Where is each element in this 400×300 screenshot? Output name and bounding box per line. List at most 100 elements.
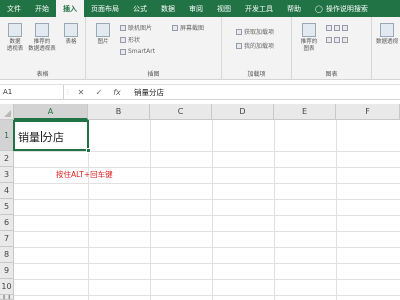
select-all-button[interactable] [0,104,14,120]
recommended-charts-button[interactable]: 推荐的 图表 [296,21,322,57]
group-charts: 推荐的 图表 图表 [292,17,372,80]
column-header-f[interactable]: F [336,104,400,120]
row-header-6[interactable]: 6 [0,215,14,231]
formula-input[interactable]: 销量分店 [126,87,164,98]
smartart-icon [120,48,126,55]
column-chart-button[interactable] [326,23,350,32]
grid-line [14,215,400,216]
screenshot-icon [172,24,178,31]
my-addins-button[interactable]: 我的加载项 [236,41,274,50]
tab-formulas[interactable]: 公式 [126,0,154,17]
my-addins-icon [236,42,242,49]
online-picture-icon [120,24,126,31]
hint-annotation: 按住ALT+回车键 [56,170,113,179]
name-box[interactable]: A1 [0,85,64,99]
formula-bar-grip: ⋮ [64,88,72,96]
illustrations-group-label: 插图 [147,71,160,78]
addins-group-label: 加载项 [247,71,266,78]
grid-line [14,279,400,280]
insert-function-icon[interactable]: fx [108,88,126,97]
smartart-button[interactable]: SmartArt [120,47,155,56]
row-header-8[interactable]: 8 [0,247,14,263]
row-header-5[interactable]: 5 [0,199,14,215]
screenshot-label: 屏幕截图 [180,25,205,32]
tab-data[interactable]: 数据 [154,0,182,17]
line-chart-icon [334,24,340,31]
picture-button[interactable]: 图片 [90,21,116,57]
column-chart-icon [326,24,332,31]
tab-file[interactable]: 文件 [0,0,28,17]
row-header-3[interactable]: 3 [0,167,14,183]
tell-me-label: 操作说明搜索 [325,4,368,13]
row-header-10[interactable]: 10 [0,279,14,295]
table-icon [64,23,78,37]
ribbon-insert: 数据 透视表 推荐的 数据透视表 表格 表格 图片 联机图片 形状 SmartA… [0,17,400,80]
get-addins-label: 获取加载项 [244,29,275,36]
grid-line [14,231,400,232]
grid-line [14,263,400,264]
enter-icon[interactable]: ✓ [90,88,108,97]
grid-line [212,120,213,300]
pivot-chart-button[interactable]: 数据透视 [374,21,400,57]
tab-insert[interactable]: 插入 [56,0,84,17]
grid-line [14,183,400,184]
ribbon-tab-bar: 文件 开始 插入 页面布局 公式 数据 审阅 视图 开发工具 帮助 ◯ 操作说明… [0,0,400,17]
row-header-2[interactable]: 2 [0,151,14,167]
table-label: 表格 [65,39,77,45]
grid-line [14,247,400,248]
formula-bar: A1 ⋮ ✕ ✓ fx 销量分店 [0,84,400,100]
recommended-pivot-label: 推荐的 数据透视表 [28,39,56,52]
row-header-9[interactable]: 9 [0,263,14,279]
shapes-icon [120,36,126,43]
row-header-11[interactable]: 11 [0,295,14,300]
tab-help[interactable]: 帮助 [280,0,308,17]
grid-line [14,199,400,200]
tab-page-layout[interactable]: 页面布局 [84,0,126,17]
bar-chart-button[interactable] [326,35,350,44]
pivot-chart-icon [380,23,394,37]
column-header-a[interactable]: A [14,104,88,120]
recommended-pivot-icon [35,23,49,37]
recommended-charts-icon [302,23,316,37]
row-header-4[interactable]: 4 [0,183,14,199]
get-addins-button[interactable]: 获取加载项 [236,27,274,36]
active-cell-a1[interactable]: 销量 分店 [13,120,89,151]
tell-me-search[interactable]: ◯ 操作说明搜索 [308,0,375,17]
recommended-charts-label: 推荐的 图表 [300,39,318,52]
group-tables: 数据 透视表 推荐的 数据透视表 表格 表格 [0,17,86,80]
recommended-pivot-button[interactable]: 推荐的 数据透视表 [28,21,56,57]
cell-text-after-cursor: 分店 [42,131,64,144]
worksheet-grid[interactable]: A B C D E F 1 2 3 4 5 6 7 8 9 10 11 销量 分店… [0,104,400,300]
tab-developer[interactable]: 开发工具 [238,0,280,17]
cancel-icon[interactable]: ✕ [72,88,90,97]
column-header-c[interactable]: C [150,104,212,120]
grid-line [150,120,151,300]
tables-group-label: 表格 [36,71,49,78]
tab-review[interactable]: 审阅 [182,0,210,17]
smartart-label: SmartArt [128,48,156,55]
screenshot-button[interactable]: 屏幕截图 [172,23,204,32]
group-illustrations: 图片 联机图片 形状 SmartArt 屏幕截图 插图 [86,17,222,80]
column-header-e[interactable]: E [274,104,336,120]
grid-line [14,295,400,296]
charts-group-label: 图表 [325,71,338,78]
shapes-label: 形状 [128,37,141,44]
fill-handle[interactable] [86,148,91,153]
picture-icon [96,23,110,37]
online-picture-button[interactable]: 联机图片 [120,23,152,32]
row-header-7[interactable]: 7 [0,231,14,247]
grid-line [274,120,275,300]
column-header-d[interactable]: D [212,104,274,120]
pivot-table-icon [8,23,22,37]
pivot-table-button[interactable]: 数据 透视表 [2,21,28,57]
tab-view[interactable]: 视图 [210,0,238,17]
tab-home[interactable]: 开始 [28,0,56,17]
shapes-button[interactable]: 形状 [120,35,140,44]
grid-line [14,151,400,152]
group-addins: 获取加载项 我的加载项 加载项 [222,17,292,80]
pivot-table-label: 数据 透视表 [6,39,24,52]
online-picture-label: 联机图片 [128,25,153,32]
table-button[interactable]: 表格 [58,21,84,57]
column-header-b[interactable]: B [88,104,150,120]
row-header-1[interactable]: 1 [0,120,14,151]
